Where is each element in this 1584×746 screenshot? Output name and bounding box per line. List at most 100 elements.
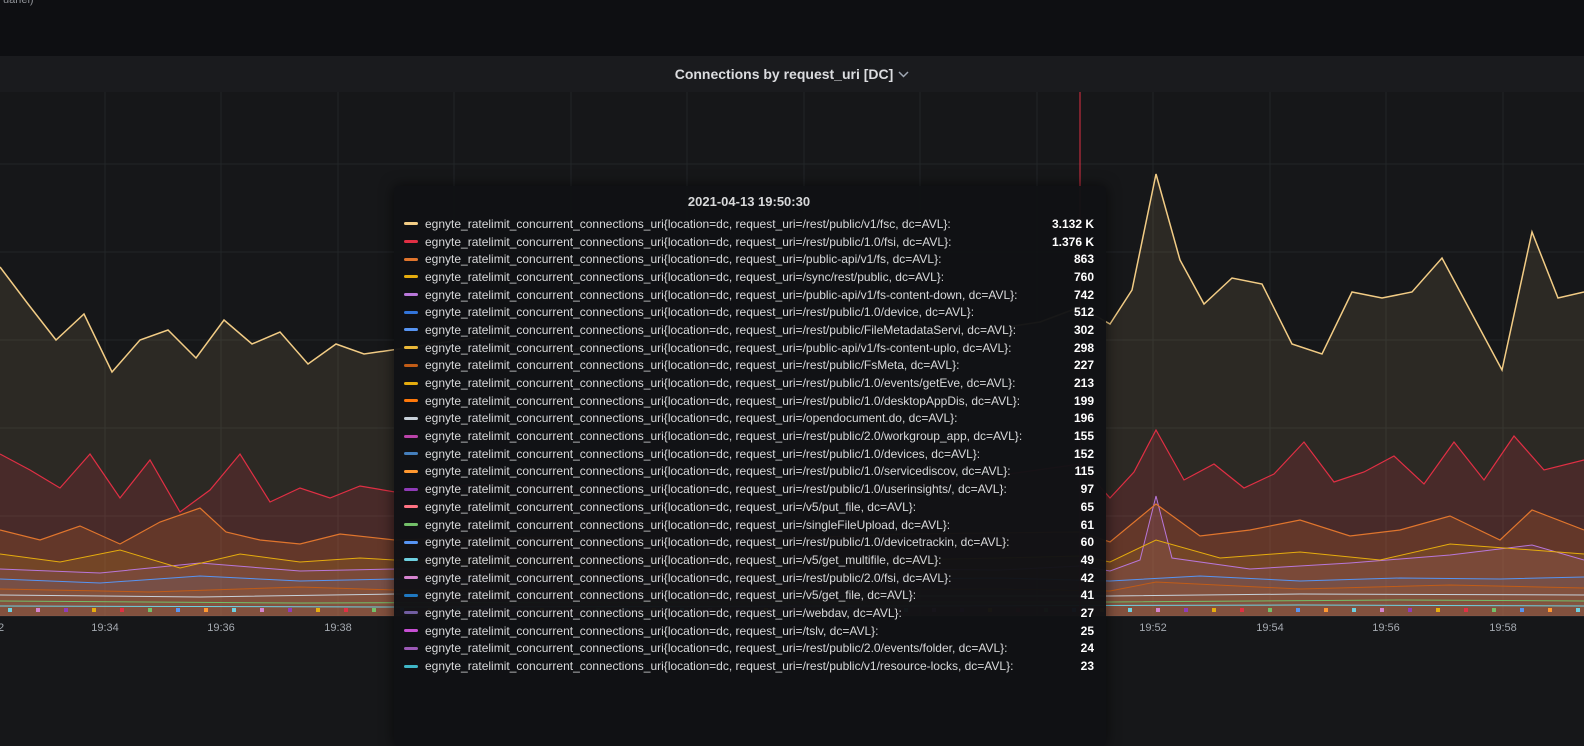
x-axis-tick: 19:54 xyxy=(1256,622,1284,634)
tooltip-series-row: egnyte_ratelimit_concurrent_connections_… xyxy=(404,374,1094,392)
series-color-icon xyxy=(404,346,418,349)
tooltip-series-row: egnyte_ratelimit_concurrent_connections_… xyxy=(404,533,1094,551)
series-value: 1.376 K xyxy=(1036,235,1094,249)
series-value: 3.132 K xyxy=(1036,217,1094,231)
tooltip-series-row: egnyte_ratelimit_concurrent_connections_… xyxy=(404,498,1094,516)
series-value: 115 xyxy=(1036,464,1094,478)
series-point-marker xyxy=(1352,608,1356,612)
series-color-icon xyxy=(404,364,418,367)
chevron-down-icon xyxy=(898,71,909,78)
series-point-marker xyxy=(288,608,292,612)
series-point-marker xyxy=(372,608,376,612)
x-axis-tick: 19:58 xyxy=(1489,622,1517,634)
series-label: egnyte_ratelimit_concurrent_connections_… xyxy=(425,376,1036,390)
series-label: egnyte_ratelimit_concurrent_connections_… xyxy=(425,518,1036,532)
tooltip-series-row: egnyte_ratelimit_concurrent_connections_… xyxy=(404,569,1094,587)
series-color-icon xyxy=(404,399,418,402)
tooltip-series-row: egnyte_ratelimit_concurrent_connections_… xyxy=(404,392,1094,410)
series-label: egnyte_ratelimit_concurrent_connections_… xyxy=(425,624,1036,638)
tooltip-series-row: egnyte_ratelimit_concurrent_connections_… xyxy=(404,268,1094,286)
series-point-marker xyxy=(1296,608,1300,612)
series-color-icon xyxy=(404,647,418,650)
tooltip-series-row: egnyte_ratelimit_concurrent_connections_… xyxy=(404,586,1094,604)
series-point-marker xyxy=(232,608,236,612)
series-point-marker xyxy=(1212,608,1216,612)
tooltip-series-row: egnyte_ratelimit_concurrent_connections_… xyxy=(404,357,1094,375)
series-color-icon xyxy=(404,328,418,331)
series-point-marker xyxy=(92,608,96,612)
series-point-marker xyxy=(1184,608,1188,612)
series-point-marker xyxy=(1464,608,1468,612)
series-label: egnyte_ratelimit_concurrent_connections_… xyxy=(425,305,1036,319)
series-color-icon xyxy=(404,488,418,491)
series-label: egnyte_ratelimit_concurrent_connections_… xyxy=(425,535,1036,549)
x-axis-tick: 19:36 xyxy=(207,622,235,634)
x-axis-tick: 19:34 xyxy=(91,622,119,634)
series-color-icon xyxy=(404,558,418,561)
tooltip-series-row: egnyte_ratelimit_concurrent_connections_… xyxy=(404,339,1094,357)
series-color-icon xyxy=(404,594,418,597)
series-color-icon xyxy=(404,470,418,473)
series-value: 65 xyxy=(1036,500,1094,514)
series-color-icon xyxy=(404,382,418,385)
series-color-icon xyxy=(404,611,418,614)
series-color-icon xyxy=(404,275,418,278)
series-color-icon xyxy=(404,258,418,261)
series-value: 25 xyxy=(1036,624,1094,638)
series-value: 60 xyxy=(1036,535,1094,549)
series-color-icon xyxy=(404,417,418,420)
series-color-icon xyxy=(404,629,418,632)
series-color-icon xyxy=(404,293,418,296)
series-label: egnyte_ratelimit_concurrent_connections_… xyxy=(425,394,1036,408)
series-label: egnyte_ratelimit_concurrent_connections_… xyxy=(425,411,1036,425)
series-value: 24 xyxy=(1036,641,1094,655)
series-color-icon xyxy=(404,505,418,508)
x-axis-tick: 2 xyxy=(0,622,4,634)
series-color-icon xyxy=(404,541,418,544)
series-point-marker xyxy=(120,608,124,612)
series-point-marker xyxy=(1492,608,1496,612)
series-value: 298 xyxy=(1036,341,1094,355)
series-value: 760 xyxy=(1036,270,1094,284)
series-value: 152 xyxy=(1036,447,1094,461)
series-point-marker xyxy=(1156,608,1160,612)
tooltip-rows: egnyte_ratelimit_concurrent_connections_… xyxy=(404,215,1094,675)
tooltip-series-row: egnyte_ratelimit_concurrent_connections_… xyxy=(404,622,1094,640)
clipped-panel-text: uariel) xyxy=(3,0,34,6)
top-strip: uariel) xyxy=(0,0,1584,56)
series-point-marker xyxy=(316,608,320,612)
series-label: egnyte_ratelimit_concurrent_connections_… xyxy=(425,235,1036,249)
x-axis-tick: 19:38 xyxy=(324,622,352,634)
tooltip-series-row: egnyte_ratelimit_concurrent_connections_… xyxy=(404,516,1094,534)
series-point-marker xyxy=(176,608,180,612)
series-point-marker xyxy=(36,608,40,612)
series-value: 41 xyxy=(1036,588,1094,602)
tooltip-series-row: egnyte_ratelimit_concurrent_connections_… xyxy=(404,604,1094,622)
series-label: egnyte_ratelimit_concurrent_connections_… xyxy=(425,358,1036,372)
tooltip-series-row: egnyte_ratelimit_concurrent_connections_… xyxy=(404,427,1094,445)
series-value: 61 xyxy=(1036,518,1094,532)
tooltip-series-row: egnyte_ratelimit_concurrent_connections_… xyxy=(404,286,1094,304)
series-color-icon xyxy=(404,222,418,225)
x-axis-tick: 19:52 xyxy=(1139,622,1167,634)
series-label: egnyte_ratelimit_concurrent_connections_… xyxy=(425,323,1036,337)
series-color-icon xyxy=(404,435,418,438)
series-point-marker xyxy=(1324,608,1328,612)
series-value: 199 xyxy=(1036,394,1094,408)
series-color-icon xyxy=(404,452,418,455)
series-label: egnyte_ratelimit_concurrent_connections_… xyxy=(425,464,1036,478)
series-value: 227 xyxy=(1036,358,1094,372)
series-point-marker xyxy=(260,608,264,612)
series-label: egnyte_ratelimit_concurrent_connections_… xyxy=(425,447,1036,461)
tooltip-series-row: egnyte_ratelimit_concurrent_connections_… xyxy=(404,551,1094,569)
panel-header[interactable]: Connections by request_uri [DC] xyxy=(0,56,1584,92)
series-point-marker xyxy=(1408,608,1412,612)
tooltip-series-row: egnyte_ratelimit_concurrent_connections_… xyxy=(404,480,1094,498)
series-label: egnyte_ratelimit_concurrent_connections_… xyxy=(425,217,1036,231)
series-label: egnyte_ratelimit_concurrent_connections_… xyxy=(425,500,1036,514)
x-axis-tick: 19:56 xyxy=(1372,622,1400,634)
series-label: egnyte_ratelimit_concurrent_connections_… xyxy=(425,429,1036,443)
series-color-icon xyxy=(404,523,418,526)
graph-tooltip: 2021-04-13 19:50:30 egnyte_ratelimit_con… xyxy=(394,186,1106,746)
tooltip-series-row: egnyte_ratelimit_concurrent_connections_… xyxy=(404,215,1094,233)
